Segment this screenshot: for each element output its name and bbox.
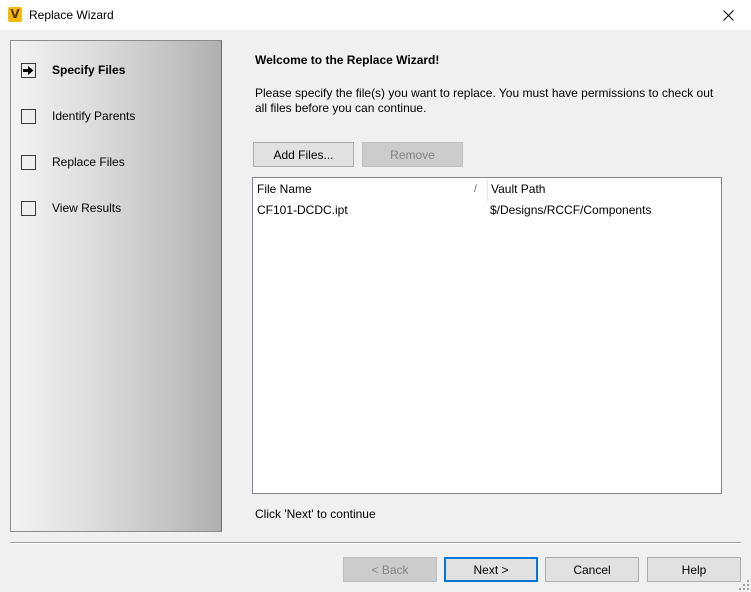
step-identify-parents: Identify Parents [21,107,135,125]
help-button[interactable]: Help [647,557,741,582]
cell-file-name: CF101-DCDC.ipt [257,203,348,217]
title-bar: V Replace Wizard [0,0,751,30]
wizard-steps-panel: Specify Files Identify Parents Replace F… [10,40,222,532]
column-header-vault-path[interactable]: Vault Path [491,178,545,201]
step-label: Replace Files [52,155,125,169]
step-label: Specify Files [52,63,126,77]
add-files-button[interactable]: Add Files... [253,142,354,167]
step-checkbox [21,154,36,170]
column-separator[interactable] [487,180,488,201]
arrow-right-icon [23,65,34,75]
list-header: File Name / Vault Path [253,178,721,201]
cancel-button[interactable]: Cancel [545,557,639,582]
next-button[interactable]: Next > [444,557,538,582]
step-replace-files: Replace Files [21,153,125,171]
vault-app-icon: V [8,7,22,22]
step-label: Identify Parents [52,109,136,123]
table-row[interactable]: CF101-DCDC.ipt $/Designs/RCCF/Components [253,201,721,220]
instructions-text: Please specify the file(s) you want to r… [255,86,714,115]
step-view-results: View Results [21,199,121,217]
remove-button[interactable]: Remove [362,142,463,167]
column-header-file-name[interactable]: File Name [257,178,312,201]
close-button[interactable] [705,0,751,30]
cell-vault-path: $/Designs/RCCF/Components [490,203,652,217]
page-heading: Welcome to the Replace Wizard! [255,53,440,67]
resize-grip-icon[interactable] [739,580,749,590]
window-title: Replace Wizard [29,8,114,22]
step-label: View Results [52,201,122,215]
footer-divider [10,542,741,544]
step-checkbox [21,62,36,78]
back-button[interactable]: < Back [343,557,437,582]
close-icon [722,9,734,21]
sort-indicator-icon: / [474,184,477,195]
step-specify-files: Specify Files [21,61,125,79]
continue-hint: Click 'Next' to continue [255,507,376,521]
files-list[interactable]: File Name / Vault Path CF101-DCDC.ipt $/… [252,177,722,494]
step-checkbox [21,108,36,124]
step-checkbox [21,200,36,216]
